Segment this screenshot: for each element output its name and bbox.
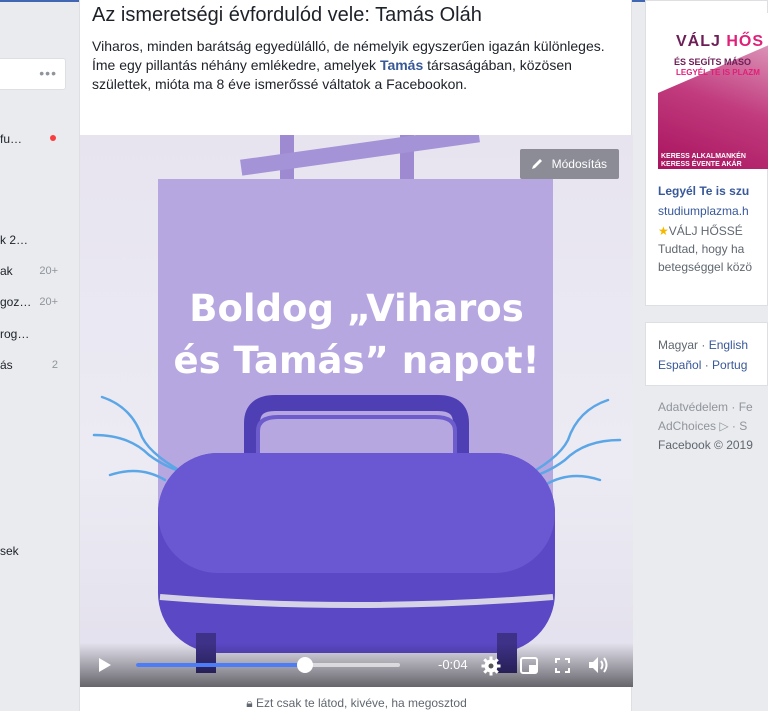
current-language: Magyar [658,338,699,352]
video-progress-handle[interactable] [296,657,313,673]
video-time-remaining: -0:04 [438,657,468,672]
ad-image-text: HŐS [726,33,765,50]
privacy-note: 🔒︎ Ezt csak te látod, kivéve, ha megoszt… [80,696,633,711]
video-progress-fill [136,663,305,667]
video-caption: Boldog „Viharos és Tamás” napot! [80,283,633,387]
ad-image-footer: KERESS ALKALMANKÉN KERESS ÉVENTE AKÁR [661,153,746,169]
sidebar-item[interactable]: ak 20+ [0,261,66,281]
language-row: Español · Portug [658,358,747,372]
volume-icon[interactable] [588,656,610,674]
language-link-espanol[interactable]: Español [658,358,701,372]
edit-video-label: Módosítás [551,157,607,171]
friend-name-link[interactable]: Tamás [380,57,423,73]
language-row: Magyar · English [658,338,748,352]
sidebar-item-count: 2 [51,359,58,371]
anniversary-post-card: Az ismeretségi évfordulód vele: Tamás Ol… [79,0,633,711]
lock-icon: 🔒︎ [246,696,253,710]
ad-image-text: VÁLJ [676,33,727,50]
miniplayer-icon[interactable] [520,657,538,674]
language-selector: Magyar · English Español · Portug [645,322,768,386]
sidebar-item-label: ás [0,358,13,372]
sidebar-item[interactable]: ás 2 [0,355,66,375]
video-caption-line: és Tamás” napot! [173,339,540,382]
fullscreen-icon[interactable] [555,658,570,673]
ad-image[interactable]: VÁLJ HŐS ÉS SEGÍTS MÁSO LEGYÉL TE IS PLA… [658,13,768,169]
sidebar-item-label: k 2… [0,233,29,247]
video-caption-line: Boldog „Viharos [189,287,524,330]
sidebar-item[interactable]: k 2… [0,230,66,250]
language-link-portugues[interactable]: Portug [712,358,747,372]
more-options-icon[interactable]: ••• [39,65,57,81]
sponsored-ad-card[interactable]: VÁLJ HŐS ÉS SEGÍTS MÁSO LEGYÉL TE IS PLA… [645,0,768,306]
ad-image-text: LEGYÉL TE IS PLAZM [676,68,760,77]
sidebar-item-count: 20+ [39,265,58,277]
post-description: Viharos, minden barátság egyedülálló, de… [92,37,612,94]
edit-video-button[interactable]: Módosítás [519,149,619,179]
language-link-english[interactable]: English [709,338,748,352]
footer-adchoices[interactable]: AdChoices ▷ · S [658,419,747,433]
ad-title-link[interactable]: Legyél Te is szu [658,184,749,198]
video-controls: -0:04 [80,643,633,687]
footer-copyright: Facebook © 2019 [658,438,753,452]
pencil-icon [531,159,542,169]
ad-image-text: ÉS SEGÍTS MÁSO [674,57,752,67]
anniversary-video[interactable]: Boldog „Viharos és Tamás” napot! Módosít… [80,135,633,687]
post-title: Az ismeretségi évfordulód vele: Tamás Ol… [92,4,482,26]
sidebar-item[interactable]: fu… [0,129,66,149]
ad-image-text: KERESS ÉVENTE AKÁR [661,161,742,168]
sidebar-item[interactable]: sek [0,541,66,561]
sidebar-item-label: rog… [0,327,30,341]
sidebar-item[interactable]: rog… [0,324,66,344]
ad-body-text: VÁLJ HŐSSÉ [668,224,743,238]
sidebar-item[interactable]: goz… 20+ [0,292,66,312]
separator: · [701,358,713,372]
sidebar-search-box[interactable]: ••• [0,58,66,90]
sidebar-item-label: goz… [0,295,32,309]
ad-body: ★VÁLJ HŐSSÉ Tudtad, hogy ha betegséggel … [658,222,752,276]
star-icon: ★ [658,224,669,238]
sidebar-item-label: fu… [0,132,23,146]
settings-gear-icon[interactable] [481,656,501,676]
ad-body-text: betegséggel közö [658,260,753,274]
ad-image-headline: VÁLJ HŐS [676,33,764,51]
notification-dot-icon [50,135,56,141]
separator: · [698,338,709,352]
left-sidebar: ••• fu… k 2… ak 20+ goz… 20+ rog… ás 2 s… [0,0,68,711]
footer-links[interactable]: Adatvédelem · Fe [658,400,753,414]
play-icon[interactable] [98,657,112,673]
suitcase-illustration [92,395,622,673]
ad-url-link[interactable]: studiumplazma.h [658,204,749,218]
sidebar-item-label: sek [0,544,19,558]
ad-image-text: KERESS ALKALMANKÉN [661,153,746,160]
sidebar-item-label: ak [0,264,13,278]
sidebar-item-count: 20+ [39,296,58,308]
ad-body-text: Tudtad, hogy ha [658,242,745,256]
video-progress-bar[interactable] [136,657,400,673]
privacy-text: Ezt csak te látod, kivéve, ha megosztod [255,696,467,710]
